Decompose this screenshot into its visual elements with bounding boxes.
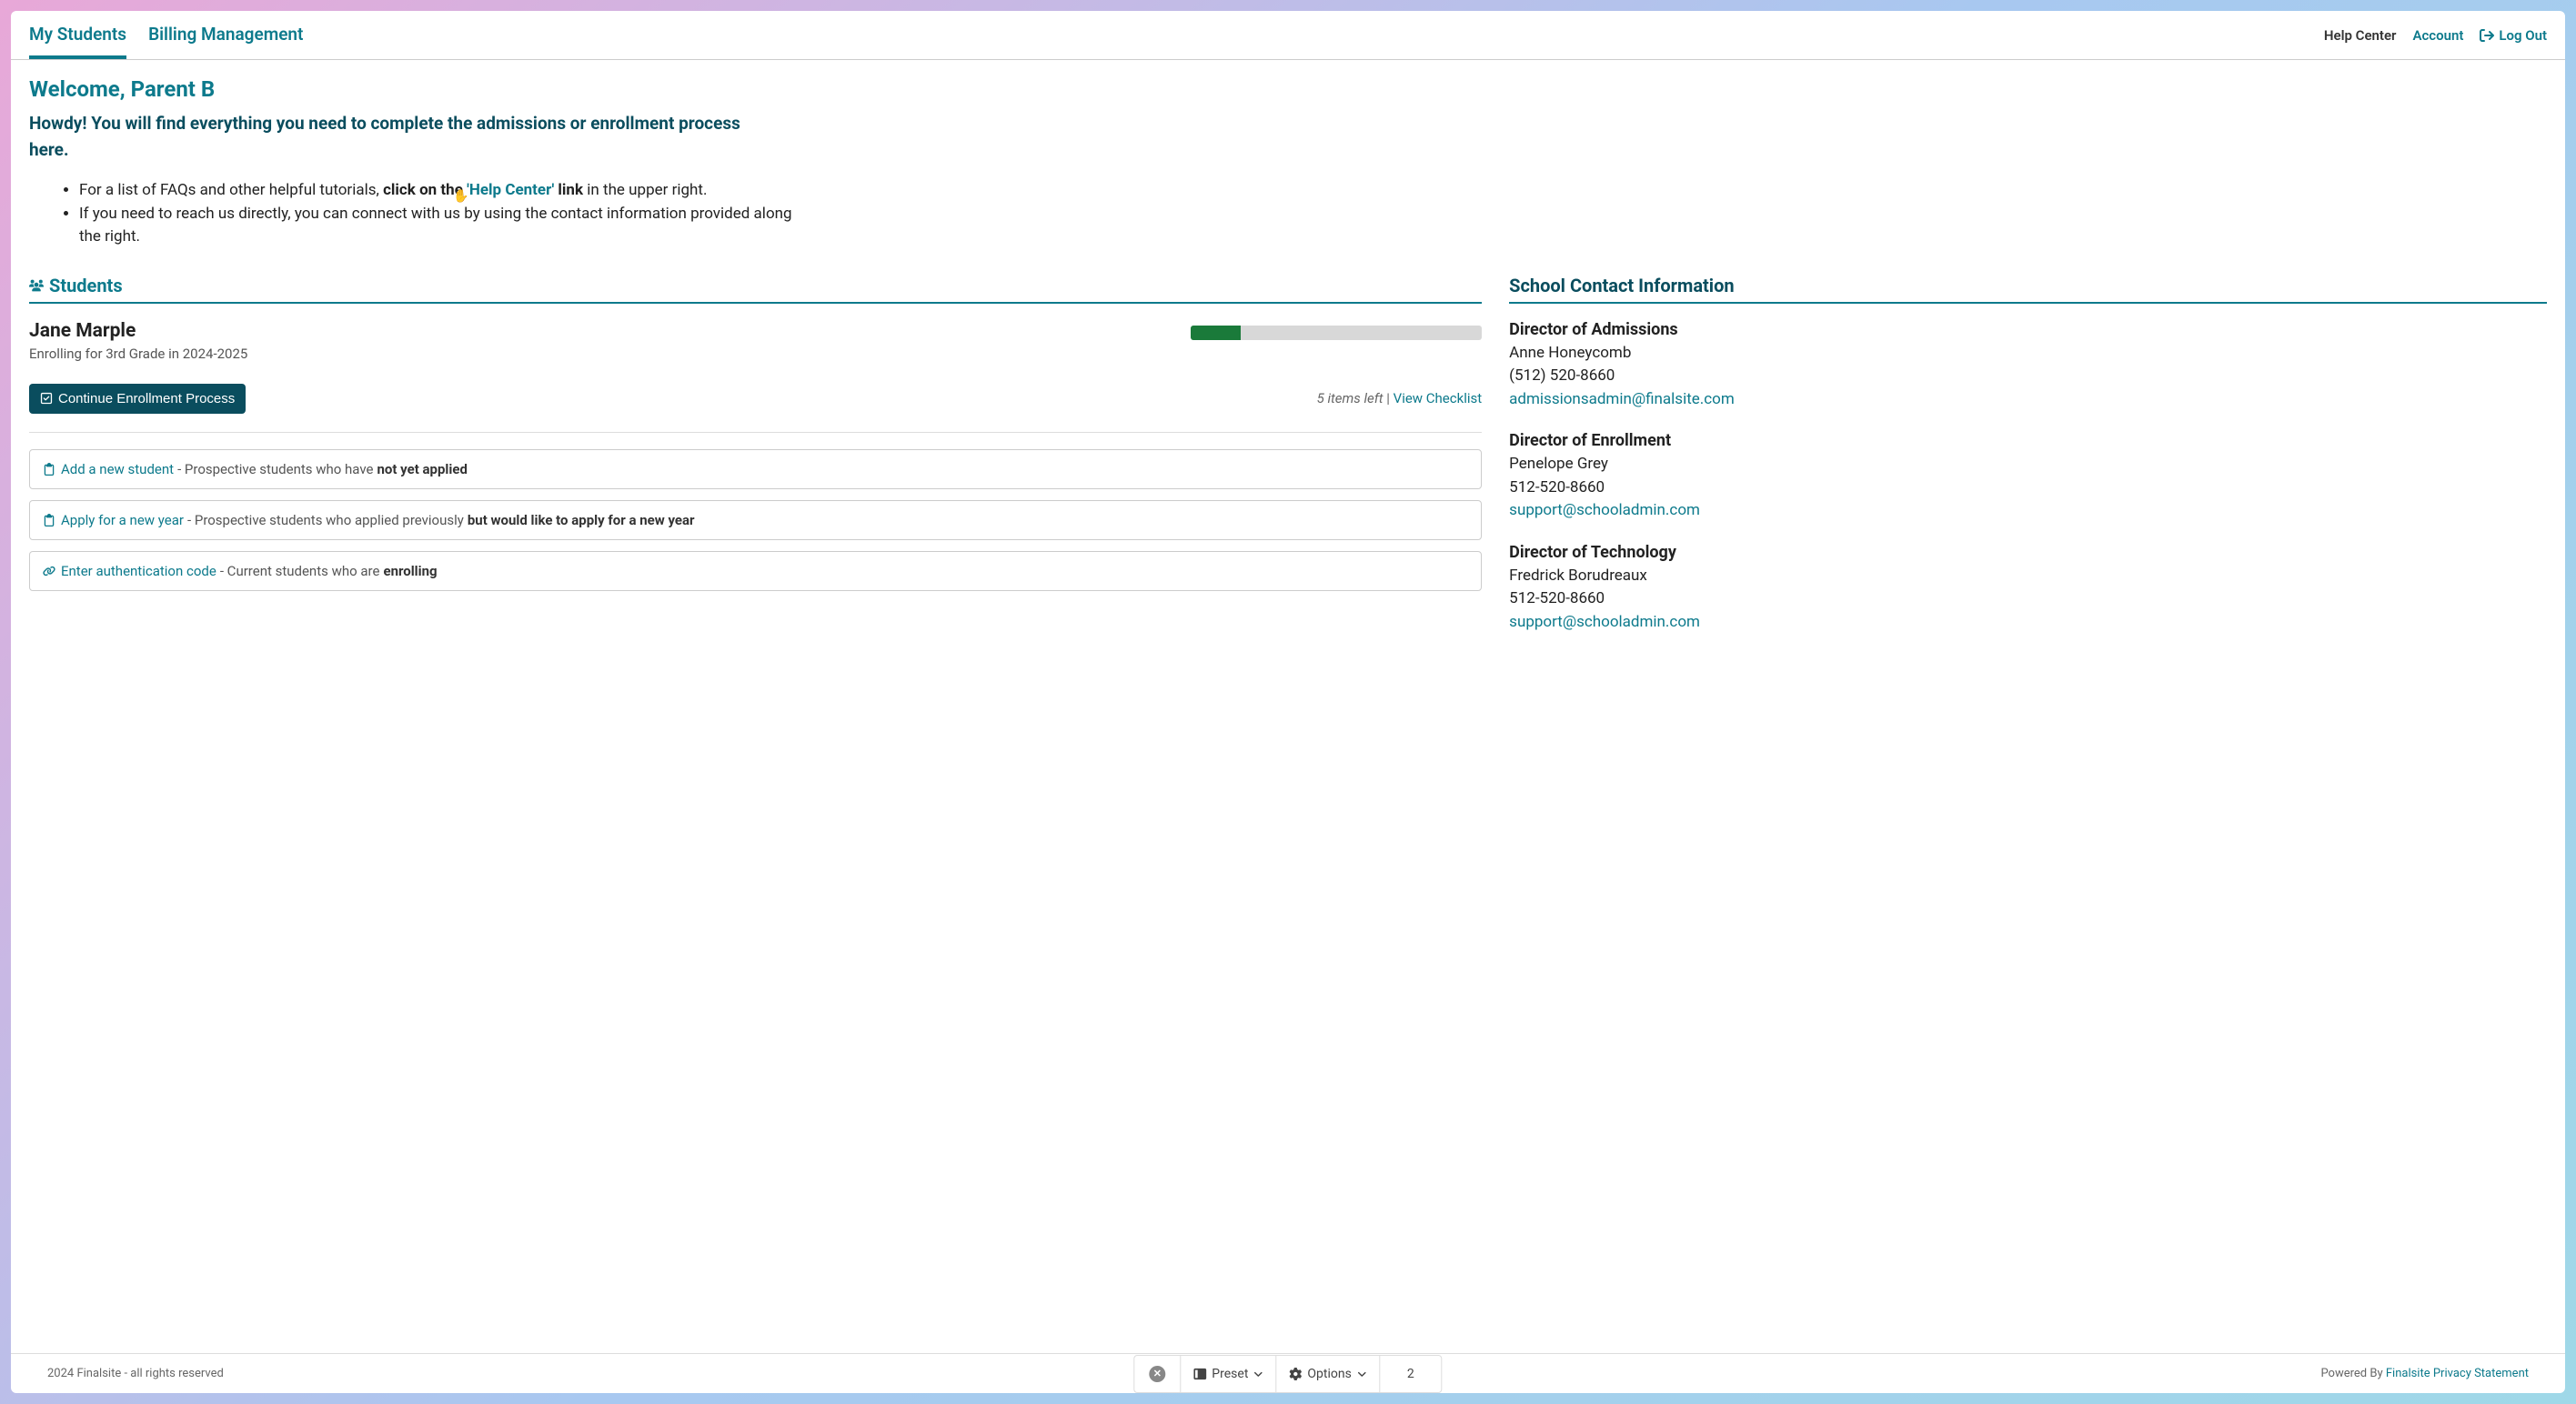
add-student-box[interactable]: Add a new student - Prospective students… — [29, 449, 1482, 489]
contact-phone: (512) 520-8660 — [1509, 365, 2547, 388]
auth-code-box[interactable]: Enter authentication code - Current stud… — [29, 551, 1482, 591]
contact-name: Penelope Grey — [1509, 453, 2547, 476]
footer-powered: Powered By Finalsite Privacy Statement — [2320, 1367, 2529, 1380]
users-icon — [29, 278, 44, 293]
auth-code-link[interactable]: Enter authentication code — [61, 563, 216, 579]
student-name: Jane Marple — [29, 320, 247, 342]
logout-link[interactable]: Log Out — [2480, 27, 2547, 44]
tab-my-students[interactable]: My Students — [29, 11, 126, 59]
help-center-inline-link[interactable]: 'Help Center' — [467, 181, 554, 199]
progress-bar — [1191, 326, 1482, 340]
contact-heading: School Contact Information — [1509, 275, 2547, 304]
logout-label: Log Out — [2499, 27, 2547, 44]
link-icon — [43, 565, 55, 577]
tab-billing-management[interactable]: Billing Management — [148, 11, 303, 59]
nav-tabs: My Students Billing Management — [29, 11, 303, 59]
divider — [29, 432, 1482, 433]
students-heading: Students — [29, 275, 1482, 304]
bullet-item: For a list of FAQs and other helpful tut… — [79, 179, 802, 203]
contact-title: Director of Admissions — [1509, 320, 2547, 339]
top-nav: My Students Billing Management Help Cent… — [11, 11, 2565, 60]
finalsite-link[interactable]: Finalsite — [2386, 1367, 2430, 1380]
items-left: 5 items left — [1317, 390, 1384, 406]
nav-right: Help Center Account Log Out — [2324, 27, 2547, 44]
add-student-link[interactable]: Add a new student — [61, 461, 174, 477]
toolbar-close-button[interactable]: ✕ — [1134, 1356, 1181, 1392]
toolbar-count[interactable]: 2 — [1380, 1356, 1442, 1392]
contact-title: Director of Enrollment — [1509, 431, 2547, 450]
gear-icon — [1289, 1368, 1302, 1380]
continue-enrollment-button[interactable]: Continue Enrollment Process — [29, 384, 246, 414]
contact-email-link[interactable]: admissionsadmin@finalsite.com — [1509, 388, 2547, 412]
checklist-status: 5 items left | View Checklist — [1317, 390, 1483, 406]
progress-fill — [1191, 326, 1240, 340]
chevron-down-icon — [1253, 1368, 1263, 1380]
footer: 2024 Finalsite - all rights reserved ✕ P… — [11, 1353, 2565, 1393]
student-status: Enrolling for 3rd Grade in 2024-2025 — [29, 346, 247, 362]
close-icon: ✕ — [1149, 1366, 1165, 1382]
help-center-link[interactable]: Help Center — [2324, 27, 2397, 44]
contact-phone: 512-520-8660 — [1509, 587, 2547, 611]
contact-block: Director of Admissions Anne Honeycomb (5… — [1509, 320, 2547, 412]
bullet-item: If you need to reach us directly, you ca… — [79, 203, 802, 249]
contact-block: Director of Technology Fredrick Borudrea… — [1509, 543, 2547, 635]
logout-icon — [2480, 28, 2494, 43]
layout-icon — [1193, 1368, 1206, 1380]
toolbar-options-button[interactable]: Options — [1276, 1356, 1379, 1392]
welcome-bullets: For a list of FAQs and other helpful tut… — [29, 179, 802, 249]
contact-email-link[interactable]: support@schooladmin.com — [1509, 499, 2547, 523]
footer-copyright: 2024 Finalsite - all rights reserved — [47, 1367, 224, 1380]
clipboard-icon — [43, 463, 55, 476]
contact-title: Director of Technology — [1509, 543, 2547, 562]
welcome-subtitle: Howdy! You will find everything you need… — [29, 111, 757, 163]
contact-name: Anne Honeycomb — [1509, 342, 2547, 366]
check-square-icon — [40, 392, 53, 405]
footer-toolbar: ✕ Preset Options 2 — [1133, 1355, 1442, 1393]
account-link[interactable]: Account — [2412, 27, 2463, 44]
apply-new-year-box[interactable]: Apply for a new year - Prospective stude… — [29, 500, 1482, 540]
clipboard-icon — [43, 514, 55, 526]
chevron-down-icon — [1357, 1368, 1366, 1380]
contact-block: Director of Enrollment Penelope Grey 512… — [1509, 431, 2547, 523]
privacy-link[interactable]: Privacy Statement — [2433, 1367, 2529, 1380]
contact-name: Fredrick Borudreaux — [1509, 565, 2547, 588]
apply-new-year-link[interactable]: Apply for a new year — [61, 512, 184, 528]
view-checklist-link[interactable]: View Checklist — [1394, 390, 1483, 406]
toolbar-preset-button[interactable]: Preset — [1181, 1356, 1276, 1392]
welcome-title: Welcome, Parent B — [29, 76, 2547, 102]
contact-email-link[interactable]: support@schooladmin.com — [1509, 611, 2547, 635]
contact-phone: 512-520-8660 — [1509, 476, 2547, 500]
